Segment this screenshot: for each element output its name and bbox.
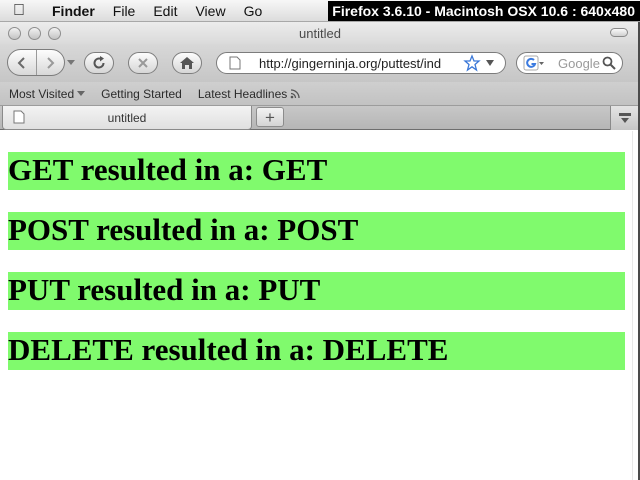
url-text[interactable]: http://gingerninja.org/puttest/ind <box>259 56 469 71</box>
menu-view[interactable]: View <box>186 0 234 22</box>
search-bar[interactable]: Google <box>516 52 623 74</box>
page-content: GET resulted in a: GET POST resulted in … <box>0 131 632 480</box>
result-delete: DELETE resulted in a: DELETE <box>8 332 625 370</box>
tab-untitled[interactable]: untitled <box>2 106 252 130</box>
menu-edit[interactable]: Edit <box>144 0 186 22</box>
screenshot-caption: Firefox 3.6.10 - Macintosh OSX 10.6 : 64… <box>328 1 640 21</box>
toolbar-toggle-button[interactable] <box>610 28 628 37</box>
chevron-down-icon <box>77 90 86 96</box>
bookmark-star-icon[interactable] <box>463 54 481 72</box>
tab-label: untitled <box>107 111 147 125</box>
stop-icon <box>138 58 148 68</box>
google-engine-icon[interactable] <box>523 55 545 71</box>
forward-button[interactable] <box>37 50 65 75</box>
result-get: GET resulted in a: GET <box>8 152 625 190</box>
search-placeholder: Google <box>558 56 600 71</box>
url-dropdown-icon[interactable] <box>485 56 495 70</box>
back-button[interactable] <box>8 50 37 75</box>
forward-arrow-icon <box>47 56 55 69</box>
tab-list-icon <box>618 113 631 123</box>
url-bar[interactable]: http://gingerninja.org/puttest/ind <box>216 52 506 74</box>
result-post: POST resulted in a: POST <box>8 212 625 250</box>
page-icon <box>229 56 241 70</box>
menu-file[interactable]: File <box>104 0 145 22</box>
result-put: PUT resulted in a: PUT <box>8 272 625 310</box>
list-all-tabs-button[interactable] <box>610 106 638 130</box>
bookmark-label: Getting Started <box>101 86 182 101</box>
bookmarks-toolbar: Most Visited Getting Started Latest Head… <box>0 82 640 106</box>
history-dropdown-icon[interactable] <box>67 60 75 66</box>
tab-strip: untitled + <box>0 106 640 130</box>
menu-go[interactable]: Go <box>235 0 272 22</box>
window-title: untitled <box>299 26 341 41</box>
bookmark-latest-headlines[interactable]: Latest Headlines <box>190 87 308 101</box>
navigation-toolbar: http://gingerninja.org/puttest/ind Googl… <box>0 44 640 82</box>
bookmark-label: Latest Headlines <box>197 86 288 101</box>
home-icon <box>180 57 194 69</box>
new-tab-button[interactable]: + <box>256 107 284 127</box>
bookmark-most-visited[interactable]: Most Visited <box>0 87 93 101</box>
apple-menu-icon[interactable]:  <box>0 2 38 20</box>
search-icon[interactable] <box>602 56 616 70</box>
back-arrow-icon <box>17 56 25 69</box>
window-title-bar: untitled <box>0 22 640 44</box>
bookmark-getting-started[interactable]: Getting Started <box>93 87 190 101</box>
reload-button[interactable] <box>84 52 114 74</box>
home-button[interactable] <box>172 52 202 74</box>
menu-finder[interactable]: Finder <box>38 0 104 22</box>
bookmark-label: Most Visited <box>9 86 75 101</box>
rss-feed-icon <box>290 88 300 98</box>
stop-button[interactable] <box>128 52 158 74</box>
back-forward-group <box>7 49 65 76</box>
reload-icon <box>93 56 105 69</box>
